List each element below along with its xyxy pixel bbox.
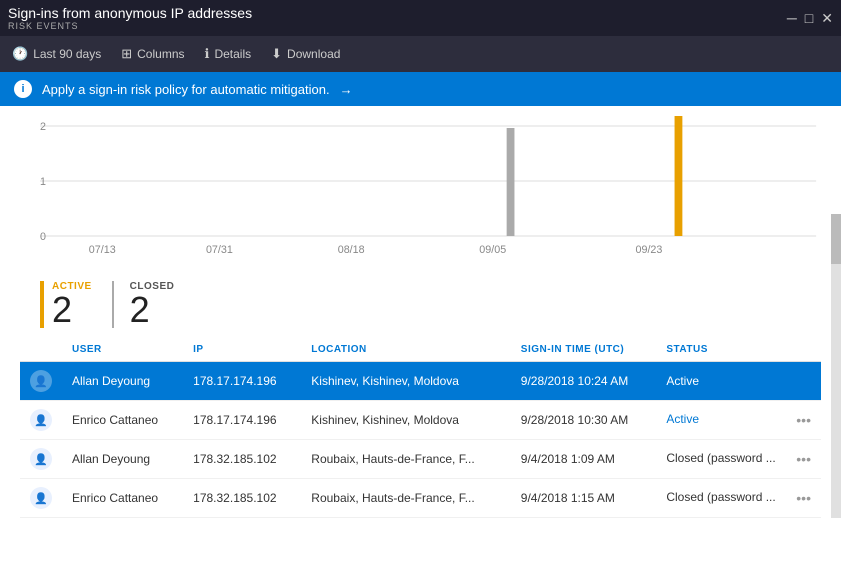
window-subtitle: RISK EVENTS — [8, 21, 252, 31]
stat-active: ACTIVE 2 — [40, 281, 112, 328]
svg-text:09/23: 09/23 — [636, 244, 663, 256]
svg-text:2: 2 — [40, 121, 46, 133]
table-row[interactable]: 👤 Allan Deyoung178.17.174.196Kishinev, Ki… — [20, 362, 821, 401]
cell-signin-time: 9/4/2018 1:15 AM — [511, 479, 657, 518]
svg-text:07/31: 07/31 — [206, 244, 233, 256]
toolbar-download[interactable]: ⬇ Download — [271, 46, 340, 62]
columns-icon: ⊞ — [121, 46, 132, 62]
close-icon[interactable]: ✕ — [821, 10, 833, 27]
title-bar: Sign-ins from anonymous IP addresses RIS… — [0, 0, 841, 36]
toolbar-details-label: Details — [214, 47, 251, 61]
cell-user: Allan Deyoung — [62, 362, 183, 401]
cell-signin-time: 9/28/2018 10:30 AM — [511, 401, 657, 440]
svg-text:0: 0 — [40, 231, 46, 243]
cell-location: Roubaix, Hauts-de-France, F... — [301, 440, 511, 479]
toolbar: 🕐 Last 90 days ⊞ Columns ℹ Details ⬇ Dow… — [0, 36, 841, 72]
avatar-icon: 👤 — [30, 487, 52, 509]
cell-location: Roubaix, Hauts-de-France, F... — [301, 479, 511, 518]
chart-area: 2 1 0 07/13 07/31 08/18 09/05 09/23 — [0, 106, 841, 271]
cell-user: Allan Deyoung — [62, 440, 183, 479]
cell-signin-time: 9/28/2018 10:24 AM — [511, 362, 657, 401]
cell-user: Enrico Cattaneo — [62, 479, 183, 518]
avatar-icon: 👤 — [30, 409, 52, 431]
banner-text: Apply a sign-in risk policy for automati… — [42, 82, 330, 97]
download-icon: ⬇ — [271, 46, 282, 62]
stat-closed: CLOSED 2 — [112, 281, 195, 328]
cell-status: Closed (password ... ••• — [656, 479, 821, 518]
svg-text:08/18: 08/18 — [338, 244, 365, 256]
cell-user: Enrico Cattaneo — [62, 401, 183, 440]
stats-row: ACTIVE 2 CLOSED 2 — [0, 271, 841, 338]
col-avatar — [20, 338, 62, 362]
banner-info-icon: i — [14, 80, 32, 98]
toolbar-columns-label: Columns — [137, 47, 184, 61]
toolbar-columns[interactable]: ⊞ Columns — [121, 46, 184, 62]
clock-icon: 🕐 — [12, 46, 28, 62]
col-signin-time[interactable]: SIGN-IN TIME (UTC) — [511, 338, 657, 362]
cell-status: Active — [656, 362, 821, 401]
col-status[interactable]: STATUS — [656, 338, 821, 362]
status-badge: Closed (password ... — [666, 451, 775, 465]
maximize-icon[interactable]: □ — [805, 10, 813, 27]
data-table: USER IP LOCATION SIGN-IN TIME (UTC) STAT… — [20, 338, 821, 518]
status-badge: Active — [666, 412, 699, 426]
status-badge: Closed (password ... — [666, 490, 775, 504]
main-content: 2 1 0 07/13 07/31 08/18 09/05 09/23 ACTI… — [0, 106, 841, 518]
cell-signin-time: 9/4/2018 1:09 AM — [511, 440, 657, 479]
avatar-icon: 👤 — [30, 448, 52, 470]
cell-ip: 178.17.174.196 — [183, 362, 301, 401]
title-bar-info: Sign-ins from anonymous IP addresses RIS… — [8, 5, 252, 31]
cell-ip: 178.17.174.196 — [183, 401, 301, 440]
toolbar-details[interactable]: ℹ Details — [205, 46, 252, 62]
row-menu-button[interactable]: ••• — [796, 412, 811, 428]
banner-link[interactable]: → — [340, 82, 353, 97]
toolbar-last90-label: Last 90 days — [33, 47, 101, 61]
avatar-icon: 👤 — [30, 370, 52, 392]
cell-ip: 178.32.185.102 — [183, 440, 301, 479]
cell-location: Kishinev, Kishinev, Moldova — [301, 362, 511, 401]
avatar-cell: 👤 — [20, 362, 62, 401]
cell-status: Active ••• — [656, 401, 821, 440]
row-menu-button[interactable]: ••• — [796, 451, 811, 467]
scrollbar-thumb[interactable] — [831, 214, 841, 264]
minimize-icon[interactable]: ─ — [787, 10, 797, 27]
col-ip[interactable]: IP — [183, 338, 301, 362]
table-container: USER IP LOCATION SIGN-IN TIME (UTC) STAT… — [0, 338, 841, 518]
svg-text:07/13: 07/13 — [89, 244, 116, 256]
toolbar-last90[interactable]: 🕐 Last 90 days — [12, 46, 101, 62]
row-menu-button[interactable]: ••• — [796, 490, 811, 506]
table-row[interactable]: 👤 Enrico Cattaneo178.17.174.196Kishinev, … — [20, 401, 821, 440]
table-row[interactable]: 👤 Allan Deyoung178.32.185.102Roubaix, Hau… — [20, 440, 821, 479]
col-user[interactable]: USER — [62, 338, 183, 362]
stat-active-value: 2 — [52, 292, 72, 328]
info-banner[interactable]: i Apply a sign-in risk policy for automa… — [0, 72, 841, 106]
avatar-cell: 👤 — [20, 440, 62, 479]
avatar-cell: 👤 — [20, 401, 62, 440]
table-row[interactable]: 👤 Enrico Cattaneo178.32.185.102Roubaix, H… — [20, 479, 821, 518]
stat-closed-value: 2 — [130, 292, 150, 328]
info-icon: ℹ — [205, 46, 210, 62]
cell-ip: 178.32.185.102 — [183, 479, 301, 518]
chart-svg: 2 1 0 07/13 07/31 08/18 09/05 09/23 — [40, 116, 821, 256]
window-controls[interactable]: ─ □ ✕ — [787, 10, 833, 27]
cell-status: Closed (password ... ••• — [656, 440, 821, 479]
cell-location: Kishinev, Kishinev, Moldova — [301, 401, 511, 440]
avatar-cell: 👤 — [20, 479, 62, 518]
window-title: Sign-ins from anonymous IP addresses — [8, 5, 252, 21]
toolbar-download-label: Download — [287, 47, 340, 61]
svg-text:1: 1 — [40, 176, 46, 188]
scrollbar[interactable] — [831, 214, 841, 518]
table-header-row: USER IP LOCATION SIGN-IN TIME (UTC) STAT… — [20, 338, 821, 362]
svg-text:09/05: 09/05 — [479, 244, 506, 256]
col-location[interactable]: LOCATION — [301, 338, 511, 362]
